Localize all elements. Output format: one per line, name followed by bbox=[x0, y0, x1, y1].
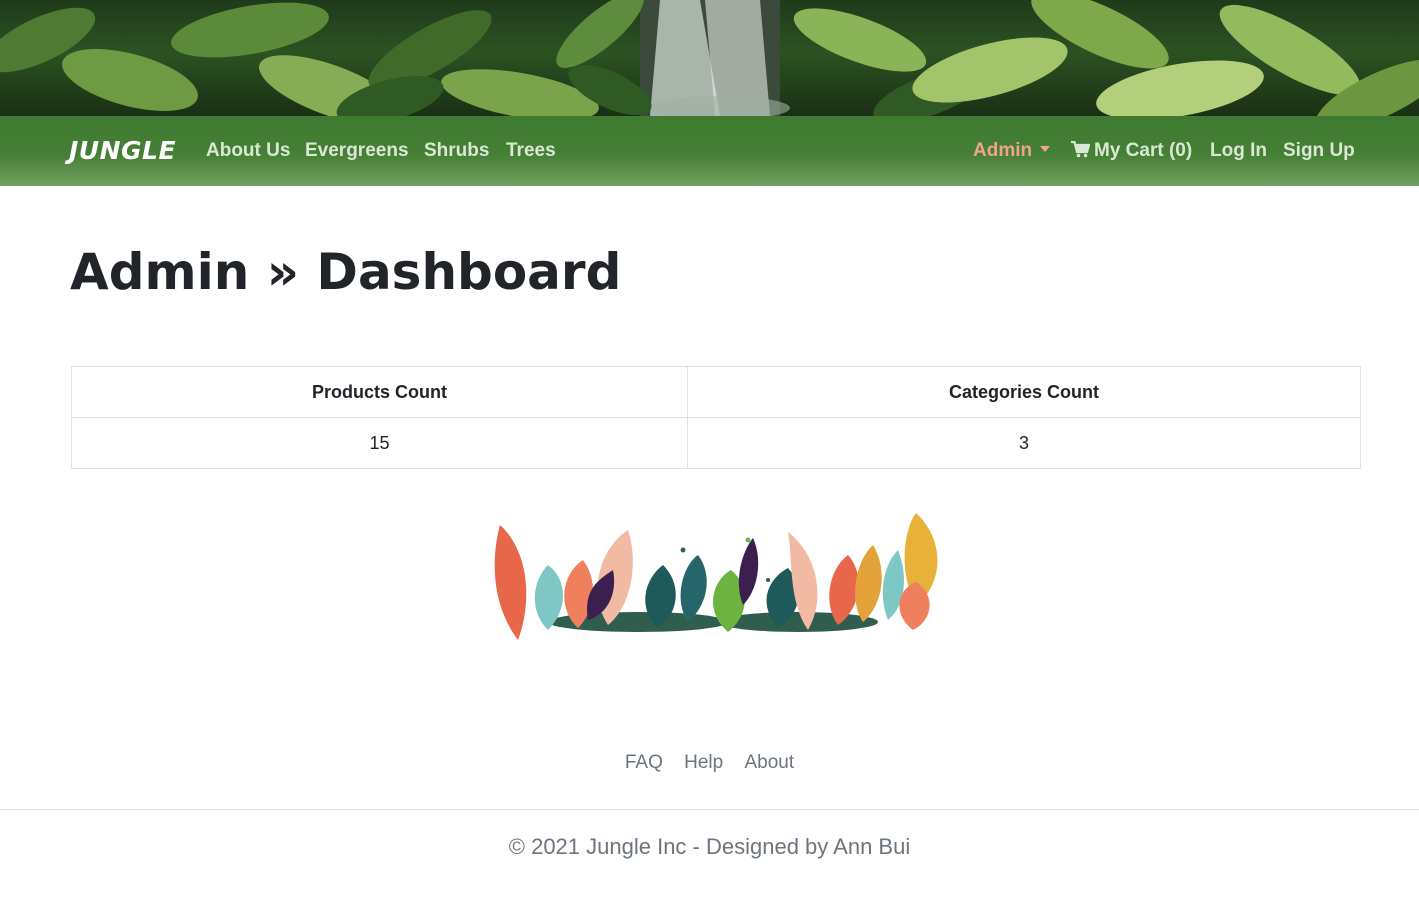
admin-dropdown-toggle[interactable]: Admin bbox=[973, 140, 1051, 162]
leaves-illustration bbox=[494, 513, 938, 640]
caret-down-icon bbox=[1040, 146, 1051, 152]
cart-link[interactable]: My Cart (0) bbox=[1071, 140, 1192, 162]
footer-link-about[interactable]: About bbox=[745, 752, 795, 773]
table-row: 15 3 bbox=[71, 417, 1361, 469]
categories-count-header: Categories Count bbox=[687, 366, 1361, 418]
footer-link-faq[interactable]: FAQ bbox=[625, 752, 663, 773]
categories-count-value: 3 bbox=[687, 417, 1361, 469]
products-count-value: 15 bbox=[71, 417, 688, 469]
nav-link-about-us[interactable]: About Us bbox=[206, 140, 290, 162]
page-title: Admin » Dashboard bbox=[70, 243, 622, 301]
login-link[interactable]: Log In bbox=[1210, 140, 1267, 162]
dashboard-stats-table: Products Count Categories Count 15 3 bbox=[71, 366, 1361, 469]
navbar: JUNGLE About Us Evergreens Shrubs Trees … bbox=[0, 116, 1419, 186]
hero-banner bbox=[0, 0, 1419, 116]
nav-link-trees[interactable]: Trees bbox=[506, 140, 556, 162]
brand-logo[interactable]: JUNGLE bbox=[69, 136, 176, 165]
footer-links: FAQ Help About bbox=[0, 752, 1419, 774]
footer-link-help[interactable]: Help bbox=[684, 752, 723, 773]
admin-label: Admin bbox=[973, 140, 1033, 161]
copyright-text: © 2021 Jungle Inc - Designed by Ann Bui bbox=[508, 834, 911, 859]
shopping-cart-icon bbox=[1071, 141, 1090, 158]
nav-link-evergreens[interactable]: Evergreens bbox=[305, 140, 409, 162]
products-count-header: Products Count bbox=[71, 366, 688, 418]
table-header-row: Products Count Categories Count bbox=[71, 366, 1361, 418]
cart-label: My Cart (0) bbox=[1094, 140, 1193, 161]
signup-link[interactable]: Sign Up bbox=[1283, 140, 1355, 162]
jungle-banner-image bbox=[0, 0, 1419, 116]
footer-divider bbox=[0, 809, 1419, 810]
nav-link-shrubs[interactable]: Shrubs bbox=[424, 140, 489, 162]
